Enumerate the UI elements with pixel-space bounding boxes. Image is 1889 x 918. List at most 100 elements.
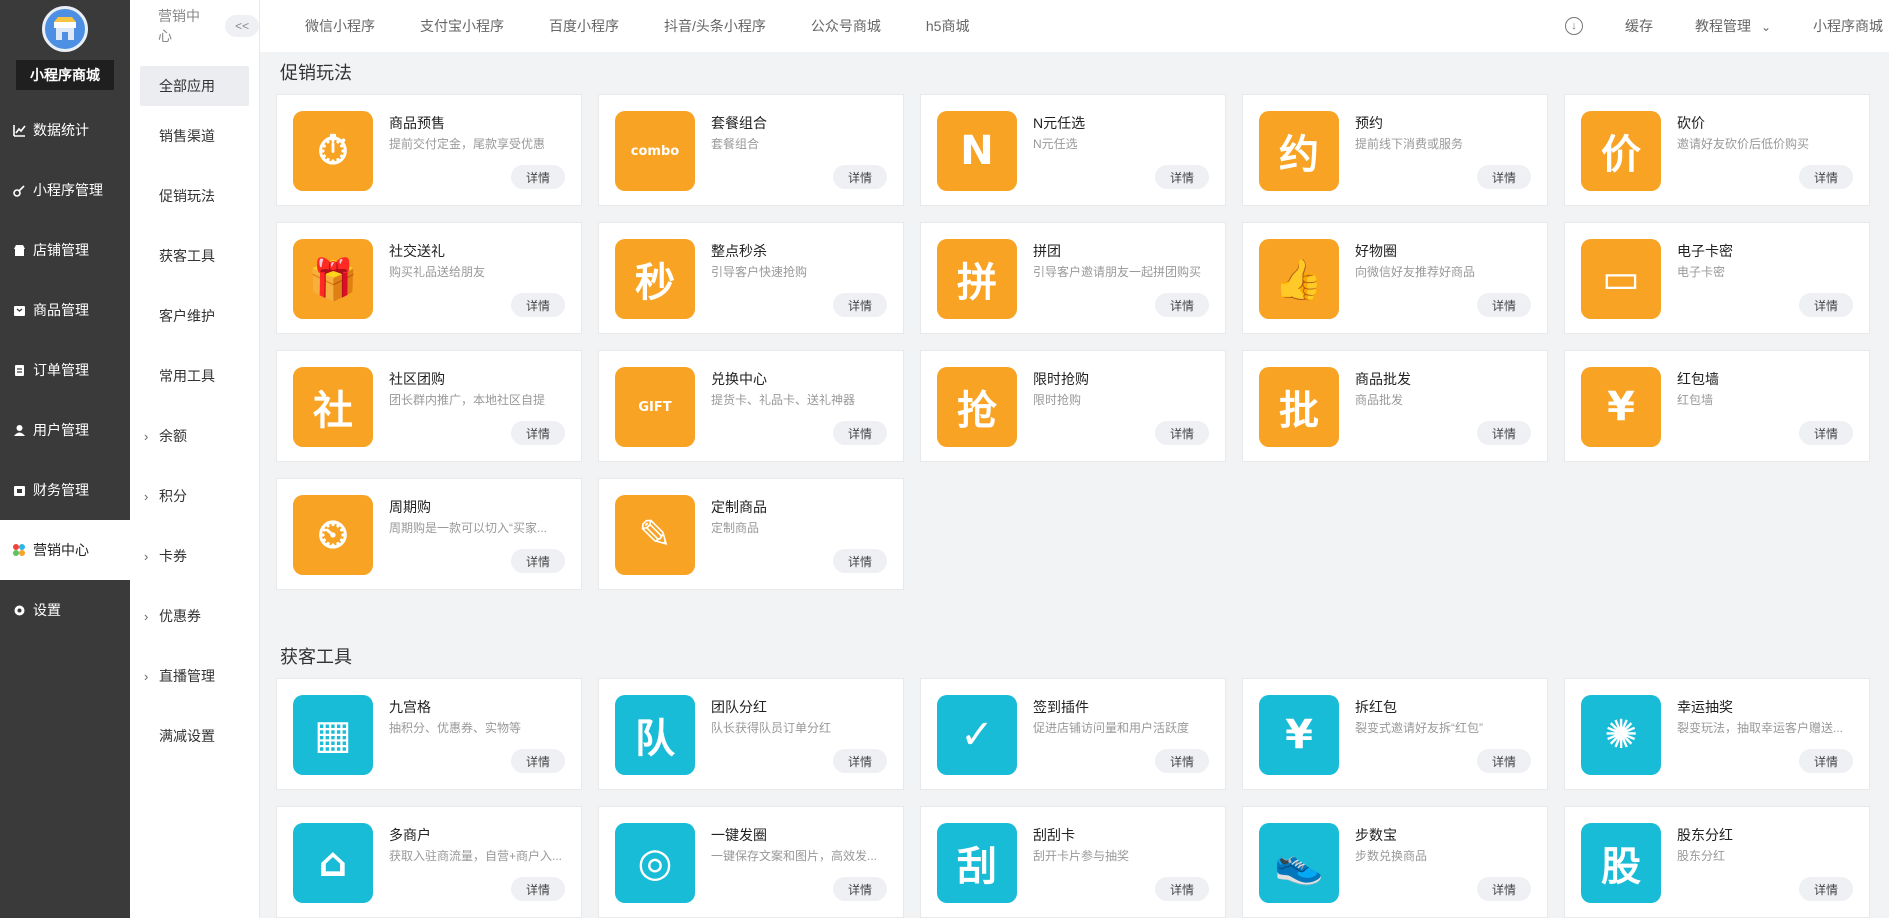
channel-tab[interactable]: 微信小程序 xyxy=(305,16,375,36)
subnav-item[interactable]: 客户维护 xyxy=(130,286,259,346)
sidebar-item[interactable]: 数据统计 xyxy=(0,100,130,160)
details-button[interactable]: 详情 xyxy=(833,421,887,445)
icon-glyph: ▭ xyxy=(1602,256,1640,302)
top-right-actions: ↓ 缓存 教程管理 ⌄ 小程序商城 xyxy=(1565,0,1889,52)
app-card[interactable]: combo 套餐组合 套餐组合 详情 xyxy=(598,94,904,206)
download-icon[interactable]: ↓ xyxy=(1565,17,1584,35)
subnav-item[interactable]: › 直播管理 xyxy=(130,646,259,706)
details-button[interactable]: 详情 xyxy=(511,877,565,901)
subnav-item[interactable]: 销售渠道 xyxy=(130,106,259,166)
details-button[interactable]: 详情 xyxy=(833,165,887,189)
chevron-right-icon: › xyxy=(144,488,149,504)
cache-button[interactable]: 缓存 xyxy=(1625,16,1653,36)
app-card[interactable]: 股股东分红 股东分红 详情 xyxy=(1564,806,1870,918)
app-card[interactable]: ✺ 幸运抽奖 裂变玩法，抽取幸运客户赠送... 详情 xyxy=(1564,678,1870,790)
details-button[interactable]: 详情 xyxy=(511,293,565,317)
app-card[interactable]: 队 团队分红 队长获得队员订单分红 详情 xyxy=(598,678,904,790)
main-sidebar: 小程序商城 数据统计 小程序管理店铺管理商品管理 订单管理 用户管理 财务管理 营销中心设… xyxy=(0,0,130,918)
details-button[interactable]: 详情 xyxy=(1155,749,1209,773)
app-card[interactable]: 刮 刮刮卡 刮开卡片参与抽奖 详情 xyxy=(920,806,1226,918)
sidebar-item[interactable]: 店铺管理 xyxy=(0,220,130,280)
marketing-icon xyxy=(12,543,26,557)
app-card[interactable]: ⏲ 周期购 周期购是一款可以切入“买家... 详情 xyxy=(276,478,582,590)
app-card[interactable]: 🎁 社交送礼 购买礼品送给朋友 详情 xyxy=(276,222,582,334)
subnav-item[interactable]: › 积分 xyxy=(130,466,259,526)
channel-tab[interactable]: 公众号商城 xyxy=(811,16,881,36)
sidebar-item[interactable]: 设置 xyxy=(0,580,130,640)
subnav-item[interactable]: 满减设置 xyxy=(130,706,259,766)
details-button[interactable]: 详情 xyxy=(833,293,887,317)
details-button[interactable]: 详情 xyxy=(1155,877,1209,901)
details-button[interactable]: 详情 xyxy=(1799,877,1853,901)
details-button[interactable]: 详情 xyxy=(1799,293,1853,317)
subnav-item[interactable]: 全部应用 xyxy=(140,66,249,106)
subnav-item[interactable]: › 卡券 xyxy=(130,526,259,586)
details-button[interactable]: 详情 xyxy=(511,549,565,573)
app-card[interactable]: ¥ 红包墙 红包墙 详情 xyxy=(1564,350,1870,462)
subnav-item-label: 常用工具 xyxy=(159,368,215,384)
channel-tab[interactable]: h5商城 xyxy=(926,16,970,36)
appointment-icon: 约 xyxy=(1259,111,1339,191)
sidebar-item[interactable]: 营销中心 xyxy=(0,520,130,580)
app-card[interactable]: 👟 步数宝 步数兑换商品 详情 xyxy=(1242,806,1548,918)
sidebar-item[interactable]: 用户管理 xyxy=(0,400,130,460)
mini-mall-label[interactable]: 小程序商城 xyxy=(1813,16,1883,36)
store-name-label[interactable]: 小程序商城 xyxy=(16,60,114,90)
app-card[interactable]: 社 社区团购 团长群内推广，本地社区自提 详情 xyxy=(276,350,582,462)
tutorial-menu[interactable]: 教程管理 ⌄ xyxy=(1695,16,1771,36)
icon-glyph: 秒 xyxy=(635,260,675,306)
app-card[interactable]: 抢限时抢购 限时抢购 详情 xyxy=(920,350,1226,462)
details-button[interactable]: 详情 xyxy=(1799,165,1853,189)
icon-glyph: 抢 xyxy=(957,388,997,434)
app-card[interactable]: 批商品批发 商品批发 详情 xyxy=(1242,350,1548,462)
n-letter-icon: N xyxy=(937,111,1017,191)
subnav-item[interactable]: 常用工具 xyxy=(130,346,259,406)
app-card[interactable]: ✎ 定制商品 定制商品 详情 xyxy=(598,478,904,590)
app-card[interactable]: 拼 拼团 引导客户邀请朋友一起拼团购买 详情 xyxy=(920,222,1226,334)
channel-tab[interactable]: 百度小程序 xyxy=(549,16,619,36)
details-button[interactable]: 详情 xyxy=(1477,293,1531,317)
details-button[interactable]: 详情 xyxy=(833,749,887,773)
subnav-item[interactable]: 获客工具 xyxy=(130,226,259,286)
subnav-item[interactable]: › 优惠券 xyxy=(130,586,259,646)
details-button[interactable]: 详情 xyxy=(833,549,887,573)
app-card[interactable]: ▭ 电子卡密 电子卡密 详情 xyxy=(1564,222,1870,334)
details-button[interactable]: 详情 xyxy=(1155,165,1209,189)
sidebar-item[interactable]: 财务管理 xyxy=(0,460,130,520)
app-card[interactable]: 约 预约 提前线下消费或服务 详情 xyxy=(1242,94,1548,206)
details-button[interactable]: 详情 xyxy=(1477,421,1531,445)
channel-tab[interactable]: 抖音/头条小程序 xyxy=(664,16,766,36)
details-button[interactable]: 详情 xyxy=(1477,749,1531,773)
app-card[interactable]: ⌂ 多商户 获取入驻商流量，自营+商户入... 详情 xyxy=(276,806,582,918)
subnav-item[interactable]: 促销玩法 xyxy=(130,166,259,226)
details-button[interactable]: 详情 xyxy=(1155,293,1209,317)
store-logo[interactable] xyxy=(42,6,88,52)
details-button[interactable]: 详情 xyxy=(511,421,565,445)
app-card-title: 九宫格 xyxy=(389,699,431,715)
app-card[interactable]: GIFT 兑换中心 提货卡、礼品卡、送礼神器 详情 xyxy=(598,350,904,462)
sidebar-item[interactable]: 订单管理 xyxy=(0,340,130,400)
details-button[interactable]: 详情 xyxy=(1799,421,1853,445)
channel-tab[interactable]: 支付宝小程序 xyxy=(420,16,504,36)
details-button[interactable]: 详情 xyxy=(511,165,565,189)
details-button[interactable]: 详情 xyxy=(511,749,565,773)
details-button[interactable]: 详情 xyxy=(1155,421,1209,445)
details-button[interactable]: 详情 xyxy=(833,877,887,901)
collapse-button[interactable]: << xyxy=(225,15,259,37)
app-card[interactable]: N N元任选 N元任选 详情 xyxy=(920,94,1226,206)
sidebar-item[interactable]: 小程序管理 xyxy=(0,160,130,220)
details-button[interactable]: 详情 xyxy=(1799,749,1853,773)
sidebar-item-label: 店铺管理 xyxy=(33,242,89,258)
app-card[interactable]: ◎ 一键发圈 一键保存文案和图片，高效发... 详情 xyxy=(598,806,904,918)
details-button[interactable]: 详情 xyxy=(1477,165,1531,189)
app-card[interactable]: ¥ 拆红包 裂变式邀请好友拆“红包” 详情 xyxy=(1242,678,1548,790)
app-card[interactable]: ▦ 九宫格 抽积分、优惠券、实物等 详情 xyxy=(276,678,582,790)
app-card[interactable]: ✓ 签到插件 促进店铺访问量和用户活跃度 详情 xyxy=(920,678,1226,790)
sidebar-item[interactable]: 商品管理 xyxy=(0,280,130,340)
app-card[interactable]: ⏱ 商品预售 提前交付定金，尾款享受优惠 详情 xyxy=(276,94,582,206)
app-card[interactable]: 秒 整点秒杀 引导客户快速抢购 详情 xyxy=(598,222,904,334)
app-card[interactable]: 价 砍价 邀请好友砍价后低价购买 详情 xyxy=(1564,94,1870,206)
subnav-item[interactable]: › 余额 xyxy=(130,406,259,466)
app-card[interactable]: 👍 好物圈 向微信好友推荐好商品 详情 xyxy=(1242,222,1548,334)
details-button[interactable]: 详情 xyxy=(1477,877,1531,901)
